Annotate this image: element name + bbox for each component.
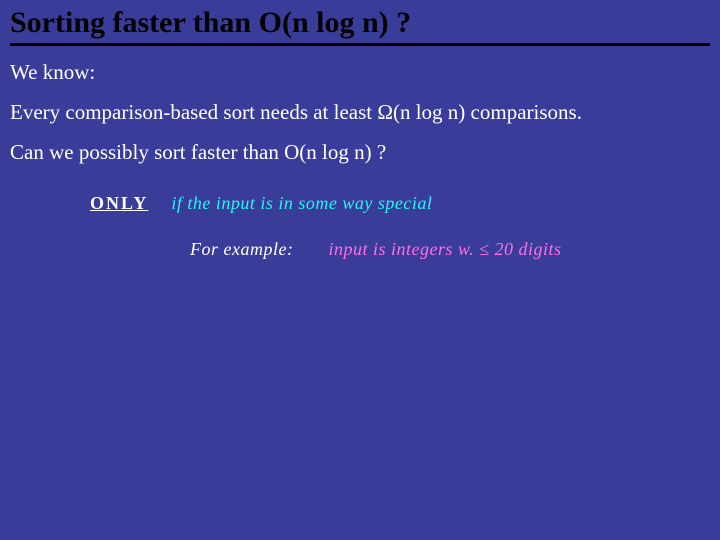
question-text: Can we possibly sort faster than O(n log… (10, 140, 710, 164)
slide: Sorting faster than O(n log n) ? We know… (0, 0, 720, 540)
slide-title: Sorting faster than O(n log n) ? (10, 6, 710, 46)
handwritten-line-2: For example: input is integers w. ≤ 20 d… (190, 240, 710, 260)
handwritten-line-1: ONLY if the input is in some way special (90, 194, 710, 214)
slide-body: We know: Every comparison-based sort nee… (10, 60, 710, 164)
handwritten-magenta-text: input is integers w. ≤ 20 digits (328, 239, 561, 259)
only-label: ONLY (90, 193, 148, 213)
for-example-label: For example: (190, 239, 293, 259)
lead-in-text: We know: (10, 60, 710, 84)
lower-bound-statement: Every comparison-based sort needs at lea… (10, 100, 710, 124)
handwritten-cyan-text-1: if the input is in some way special (171, 193, 432, 213)
